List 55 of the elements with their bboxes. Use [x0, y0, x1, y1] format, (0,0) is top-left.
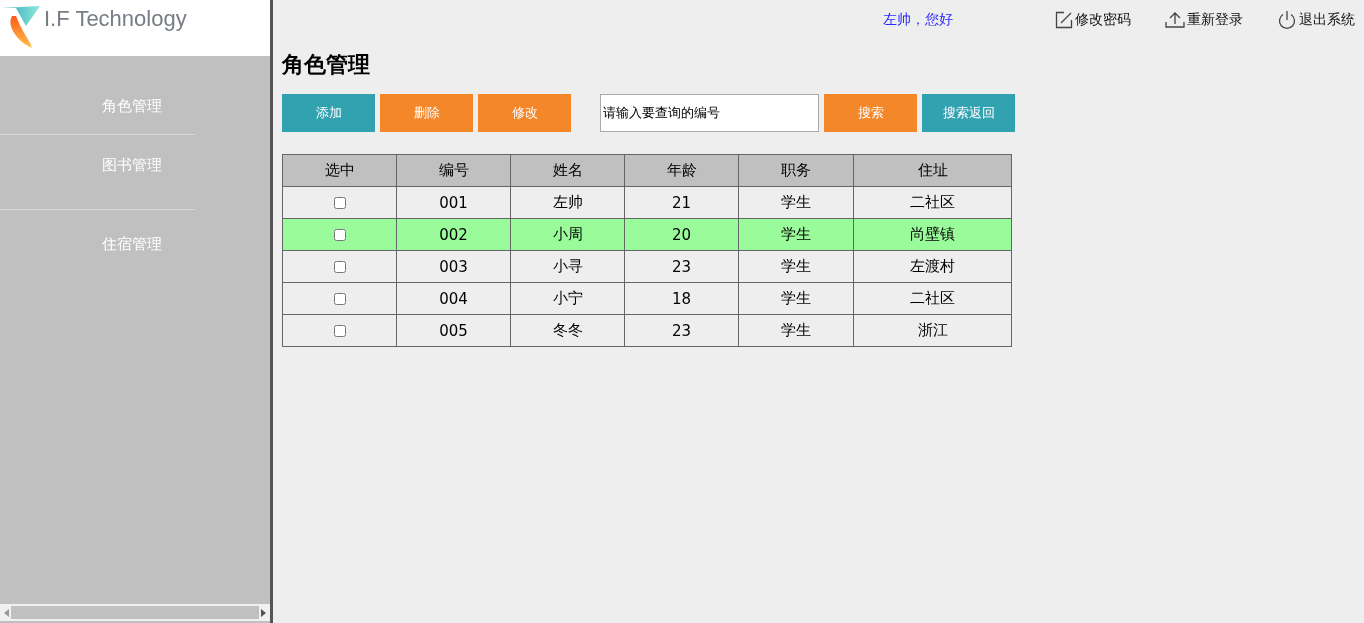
- table-cell: 二社区: [854, 187, 1012, 219]
- left-arrow-icon[interactable]: [4, 608, 9, 617]
- header-link-label[interactable]: 修改密码: [1075, 11, 1131, 29]
- table-cell: 学生: [739, 219, 854, 251]
- action-button[interactable]: 删除: [380, 94, 473, 132]
- header-link[interactable]: 重新登录: [1165, 11, 1243, 29]
- row-checkbox[interactable]: [333, 260, 346, 273]
- scrollbar-thumb[interactable]: [11, 606, 259, 619]
- edit-icon: [1055, 11, 1073, 29]
- table-cell: 学生: [739, 283, 854, 315]
- table-cell: 003: [397, 251, 511, 283]
- search-button[interactable]: 搜索: [824, 94, 917, 132]
- table-cell: 18: [625, 283, 739, 315]
- table-cell: 小宁: [511, 283, 625, 315]
- row-checkbox[interactable]: [333, 292, 346, 305]
- table-cell: 004: [397, 283, 511, 315]
- sidebar-item[interactable]: 角色管理: [0, 56, 195, 135]
- table-cell: 尚壁镇: [854, 219, 1012, 251]
- row-checkbox[interactable]: [333, 324, 346, 337]
- header-link-label[interactable]: 重新登录: [1187, 11, 1243, 29]
- table-cell: 005: [397, 315, 511, 347]
- table-cell: 二社区: [854, 283, 1012, 315]
- sidebar-item[interactable]: 图书管理: [0, 135, 195, 210]
- table-cell: 冬冬: [511, 315, 625, 347]
- action-button[interactable]: 修改: [478, 94, 571, 132]
- table-cell: 学生: [739, 251, 854, 283]
- search-field[interactable]: 请输入要查询的编号: [600, 94, 819, 132]
- header-link[interactable]: 退出系统: [1277, 10, 1355, 30]
- table-cell: 002: [397, 219, 511, 251]
- header-link-label[interactable]: 退出系统: [1299, 11, 1355, 29]
- logo-text: I.F Technology: [44, 6, 187, 32]
- search-button[interactable]: 搜索返回: [922, 94, 1015, 132]
- header-link[interactable]: 修改密码: [1055, 11, 1131, 29]
- table-cell: 浙江: [854, 315, 1012, 347]
- sidebar-item[interactable]: 住宿管理: [0, 210, 195, 280]
- row-checkbox[interactable]: [333, 228, 346, 241]
- table-cell: 学生: [739, 315, 854, 347]
- table-cell: 左渡村: [854, 251, 1012, 283]
- page-title: 角色管理: [282, 51, 371, 79]
- table-cell: 小寻: [511, 251, 625, 283]
- table-cell: 左帅: [511, 187, 625, 219]
- upload-icon: [1165, 11, 1185, 29]
- table-cell: 小周: [511, 219, 625, 251]
- power-icon: [1277, 10, 1297, 30]
- table-cell: 21: [625, 187, 739, 219]
- table-cell: 23: [625, 251, 739, 283]
- table-cell: 23: [625, 315, 739, 347]
- table-cell: 学生: [739, 187, 854, 219]
- scrollbar[interactable]: [0, 604, 270, 621]
- action-button[interactable]: 添加: [282, 94, 375, 132]
- table-cell: 001: [397, 187, 511, 219]
- greeting-text: 左帅，您好: [883, 11, 953, 29]
- right-arrow-icon[interactable]: [261, 608, 266, 617]
- table-cell: 20: [625, 219, 739, 251]
- row-checkbox[interactable]: [333, 196, 346, 209]
